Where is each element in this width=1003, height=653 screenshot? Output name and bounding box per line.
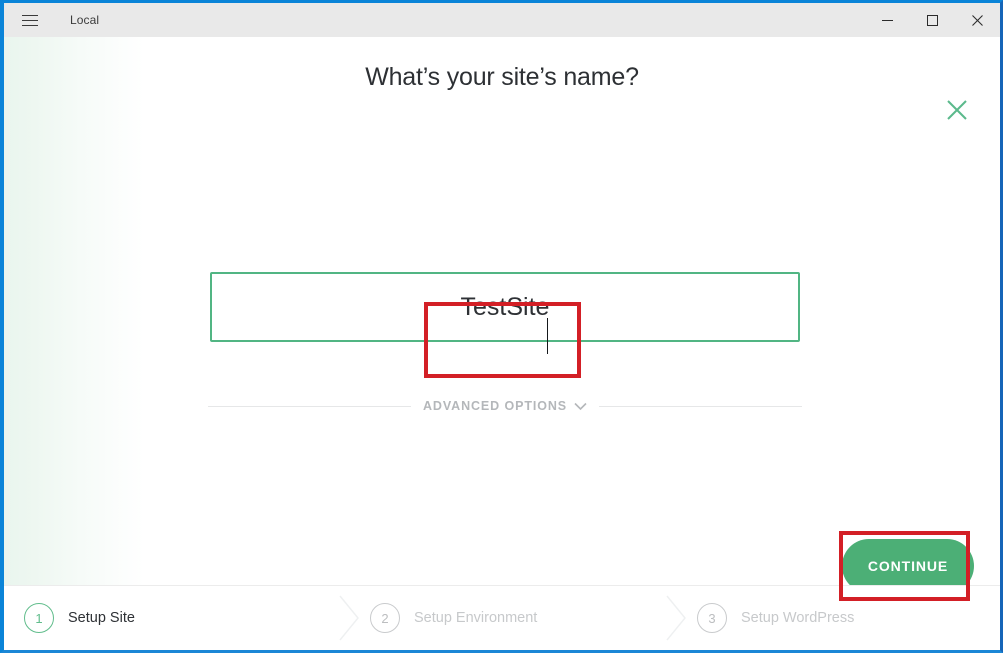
divider-left [208,405,411,407]
main-content: What’s your site’s name? ADVANCED OPTION… [4,37,1000,650]
site-name-field-wrapper [210,272,800,342]
minimize-icon [882,19,893,21]
step-label: Setup Environment [414,610,538,626]
close-icon [972,14,983,26]
setup-stepper: 1 Setup Site 2 Setup Environment 3 Setup… [4,585,1000,650]
step-label: Setup WordPress [741,610,855,626]
maximize-icon [927,14,938,26]
step-separator-chevron [666,595,686,641]
step-separator-chevron [339,595,359,641]
app-title: Local [70,13,100,27]
advanced-options-label: ADVANCED OPTIONS [422,399,568,413]
hamburger-line [22,19,38,21]
step-number-badge: 2 [370,603,400,633]
advanced-options-label-group: ADVANCED OPTIONS [423,399,587,413]
hamburger-icon[interactable] [12,3,48,37]
window-close-button[interactable] [955,3,1000,37]
page-title: What’s your site’s name? [365,63,639,91]
left-gradient-decoration [4,37,144,650]
advanced-options-toggle[interactable]: ADVANCED OPTIONS [208,399,803,413]
stepper-item-setup-site[interactable]: 1 Setup Site [24,586,135,650]
text-caret [547,318,548,354]
title-bar: Local [4,3,1000,38]
step-label: Setup Site [68,610,135,626]
step-number-badge: 1 [24,603,54,633]
maximize-button[interactable] [910,3,955,37]
hamburger-line [22,24,38,26]
step-number-badge: 3 [697,603,727,633]
chevron-down-icon [574,402,587,410]
stepper-item-setup-wordpress[interactable]: 3 Setup WordPress [697,586,854,650]
minimize-button[interactable] [865,3,910,37]
hamburger-line [22,14,38,16]
close-icon [947,100,967,120]
window-controls [865,3,1000,37]
stepper-item-setup-environment[interactable]: 2 Setup Environment [370,586,537,650]
dialog-close-button[interactable] [940,93,974,127]
divider-right [599,405,803,407]
app-window: Local What’s your site’s name? TestSite … [0,0,1003,653]
site-name-input[interactable] [210,272,800,342]
